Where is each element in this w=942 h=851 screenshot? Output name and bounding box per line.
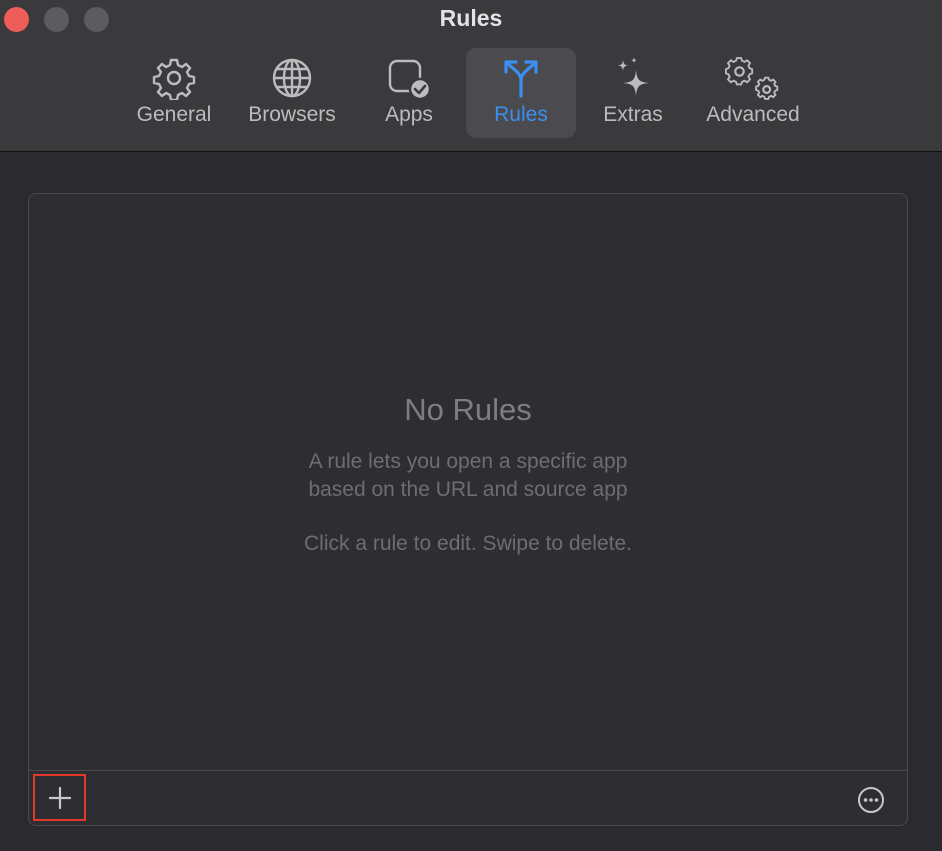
preferences-toolbar: General Browsers Apps Rules Extras Advan… — [0, 48, 942, 138]
empty-state-hint: Click a rule to edit. Swipe to delete. — [303, 532, 632, 555]
tab-general-label: General — [136, 103, 212, 126]
plus-icon — [48, 786, 71, 809]
tab-browsers-label: Browsers — [248, 103, 336, 126]
window-title: Rules — [439, 5, 503, 31]
preferences-window: Rules General Browsers Apps Rules Extras… — [0, 0, 942, 851]
sparkles-icon — [618, 57, 649, 96]
tab-rules-label: Rules — [494, 103, 548, 126]
add-rule-button[interactable] — [33, 774, 86, 821]
tab-advanced-label: Advanced — [706, 103, 800, 126]
tab-extras-label: Extras — [603, 103, 663, 126]
app-check-icon — [388, 59, 432, 100]
rules-list-panel: No Rules A rule lets you open a specific… — [28, 193, 908, 826]
empty-state-description-line-2: based on the URL and source app — [308, 478, 628, 501]
tab-apps-label: Apps — [385, 103, 433, 126]
globe-icon — [272, 58, 312, 98]
empty-state-title: No Rules — [404, 392, 532, 427]
ellipsis-circle-icon — [858, 787, 884, 813]
gears-icon — [725, 57, 779, 100]
tab-extras[interactable]: Extras — [588, 48, 678, 138]
tab-general[interactable]: General — [124, 48, 224, 138]
tab-browsers[interactable]: Browsers — [236, 48, 348, 138]
tab-rules[interactable]: Rules — [466, 48, 576, 138]
gear-icon — [152, 58, 196, 100]
tab-apps[interactable]: Apps — [360, 48, 458, 138]
list-bottom-bar — [29, 770, 907, 825]
tab-advanced[interactable]: Advanced — [690, 48, 816, 138]
more-options-button[interactable] — [857, 786, 885, 814]
titlebar: Rules General Browsers Apps Rules Extras… — [0, 0, 942, 152]
empty-state-description-line-1: A rule lets you open a specific app — [308, 450, 628, 473]
empty-state-description: A rule lets you open a specific app base… — [29, 448, 907, 504]
branch-icon — [504, 60, 538, 98]
